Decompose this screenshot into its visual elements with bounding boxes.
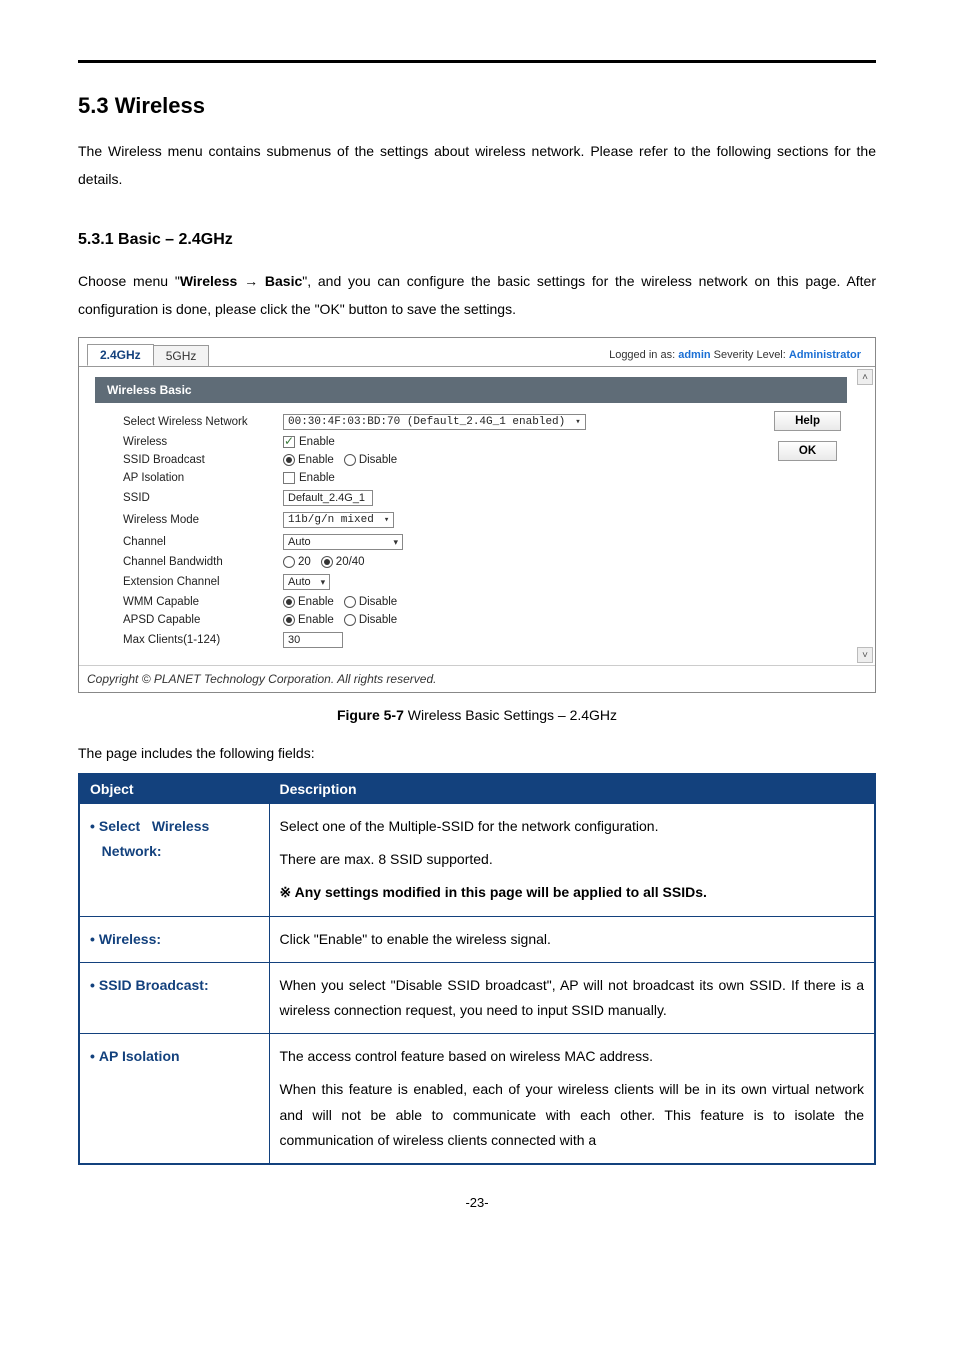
ssid-input[interactable]: Default_2.4G_1 <box>283 490 373 506</box>
label-select-network: Select Wireless Network <box>123 416 283 428</box>
select-wireless-network[interactable]: 00:30:4F:03:BD:70 (Default_2.4G_1 enable… <box>283 414 586 430</box>
tab-5ghz[interactable]: 5GHz <box>153 345 210 366</box>
label-wmm-capable: WMM Capable <box>123 596 283 608</box>
chevron-down-icon: ▾ <box>393 537 398 548</box>
chevron-down-icon: ▾ <box>384 515 389 525</box>
label-ap-isolation: AP Isolation <box>123 472 283 484</box>
subsection-title: 5.3.1 Basic – 2.4GHz <box>78 231 876 249</box>
help-button[interactable]: Help <box>774 411 841 431</box>
wireless-enable-label: Enable <box>299 436 335 448</box>
figure-caption: Figure 5-7 Wireless Basic Settings – 2.4… <box>78 707 876 723</box>
ssid-broadcast-disable-radio[interactable] <box>344 454 356 466</box>
wmm-enable-radio[interactable] <box>283 596 295 608</box>
ok-button[interactable]: OK <box>778 441 837 461</box>
label-channel-bandwidth: Channel Bandwidth <box>123 556 283 568</box>
subsection-intro: Choose menu "Wireless → Basic", and you … <box>78 267 876 323</box>
table-row: •SSID Broadcast: When you select "Disabl… <box>79 962 875 1033</box>
cbw-20-radio[interactable] <box>283 556 295 568</box>
intro-paragraph: The Wireless menu contains submenus of t… <box>78 137 876 193</box>
tab-24ghz[interactable]: 2.4GHz <box>87 344 154 366</box>
wireless-mode-select[interactable]: 11b/g/n mixed▾ <box>283 512 394 528</box>
label-wireless: Wireless <box>123 436 283 448</box>
panel-title: Wireless Basic <box>95 377 847 403</box>
obj-ssid-broadcast: •SSID Broadcast: <box>79 962 269 1033</box>
channel-select[interactable]: Auto▾ <box>283 534 403 550</box>
admin-screenshot: 2.4GHz 5GHz Logged in as: admin Severity… <box>78 337 876 693</box>
scroll-up-icon[interactable]: ˄ <box>857 369 873 385</box>
table-row: •Wireless: Click "Enable" to enable the … <box>79 916 875 962</box>
label-ssid-broadcast: SSID Broadcast <box>123 454 283 466</box>
fields-intro: The page includes the following fields: <box>78 745 876 761</box>
label-max-clients: Max Clients(1-124) <box>123 634 283 646</box>
apsd-enable-radio[interactable] <box>283 614 295 626</box>
apsd-disable-radio[interactable] <box>344 614 356 626</box>
section-title: 5.3 Wireless <box>78 93 876 119</box>
login-status: Logged in as: admin Severity Level: Admi… <box>609 349 867 361</box>
extension-channel-select[interactable]: Auto▾ <box>283 574 330 590</box>
cbw-2040-radio[interactable] <box>321 556 333 568</box>
col-object: Object <box>79 774 269 804</box>
desc-wireless: Click "Enable" to enable the wireless si… <box>269 916 875 962</box>
top-divider <box>78 60 876 63</box>
label-apsd-capable: APSD Capable <box>123 614 283 626</box>
desc-ssid-broadcast: When you select "Disable SSID broadcast"… <box>269 962 875 1033</box>
label-ssid: SSID <box>123 492 283 504</box>
page-number: -23- <box>78 1195 876 1210</box>
table-row: •Select Wireless Network: Select one of … <box>79 804 875 917</box>
wireless-enable-checkbox[interactable] <box>283 436 295 448</box>
max-clients-input[interactable]: 30 <box>283 632 343 648</box>
wmm-disable-radio[interactable] <box>344 596 356 608</box>
label-wireless-mode: Wireless Mode <box>123 514 283 526</box>
obj-ap-isolation: •AP Isolation <box>79 1034 269 1164</box>
label-extension-channel: Extension Channel <box>123 576 283 588</box>
obj-select-wireless-network: •Select Wireless Network: <box>79 804 269 917</box>
scroll-down-icon[interactable]: ˅ <box>857 647 873 663</box>
obj-wireless: •Wireless: <box>79 916 269 962</box>
ap-isolation-checkbox[interactable] <box>283 472 295 484</box>
desc-select-wireless-network: Select one of the Multiple-SSID for the … <box>269 804 875 917</box>
desc-ap-isolation: The access control feature based on wire… <box>269 1034 875 1164</box>
chevron-down-icon: ▾ <box>321 577 326 588</box>
col-description: Description <box>269 774 875 804</box>
description-table: Object Description •Select Wireless Netw… <box>78 773 876 1165</box>
table-row: •AP Isolation The access control feature… <box>79 1034 875 1164</box>
ssid-broadcast-enable-radio[interactable] <box>283 454 295 466</box>
label-channel: Channel <box>123 536 283 548</box>
copyright-text: Copyright © PLANET Technology Corporatio… <box>79 665 875 692</box>
chevron-down-icon: ▾ <box>575 417 580 427</box>
